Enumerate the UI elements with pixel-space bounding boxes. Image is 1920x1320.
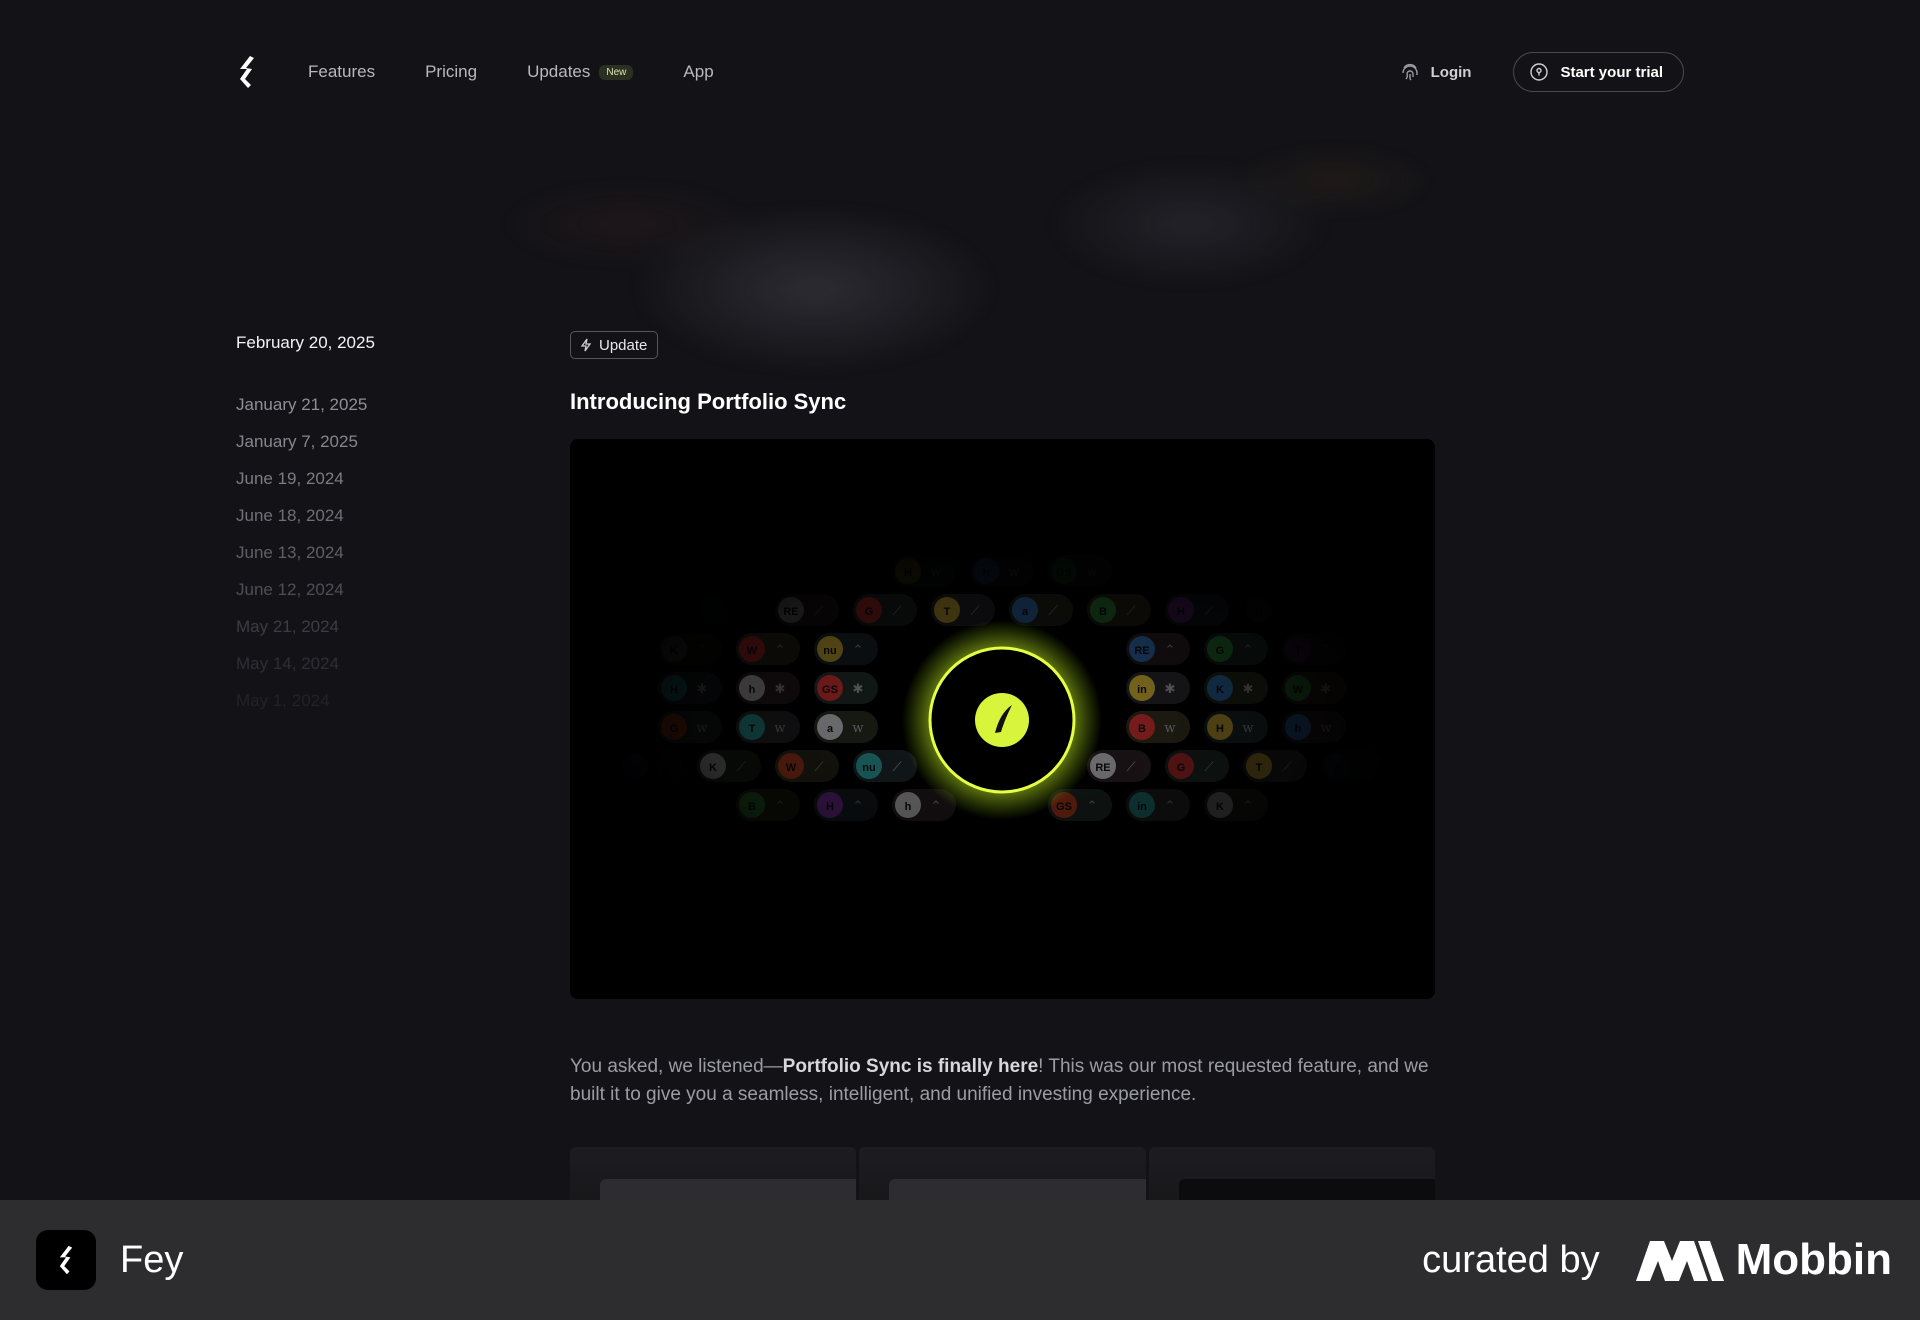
start-trial-button[interactable]: Start your trial (1513, 52, 1684, 92)
body-text: You asked, we listened— (570, 1056, 783, 1077)
nav-actions: Login Start your trial (1401, 52, 1684, 92)
fingerprint-icon (1401, 63, 1418, 81)
mobbin-logo-icon (1635, 1241, 1724, 1281)
fey-logo-icon (59, 1245, 73, 1275)
post-title: Introducing Portfolio Sync (570, 389, 847, 414)
attribution-bar: Fey curated by Mobbin (0, 1200, 1920, 1320)
nav-link-updates[interactable]: Updates New (527, 62, 634, 82)
nav-link-label: Updates (527, 62, 591, 81)
date-item[interactable]: June 12, 2024 (236, 580, 375, 600)
body-bold-text: Portfolio Sync is finally here (782, 1056, 1039, 1077)
gallery-pane[interactable] (1148, 1147, 1435, 1207)
lightning-icon (580, 338, 592, 352)
nav-link-features[interactable]: Features (308, 62, 375, 82)
gallery-pane[interactable] (859, 1147, 1146, 1207)
portfolio-sync-illustration: awBwHwhwGSwinwKwW⟋nu⟋RE⟋G⟋T⟋a⟋B⟋H⟋h⟋GS⟋i… (572, 509, 1432, 929)
date-item[interactable]: May 21, 2024 (236, 617, 375, 637)
login-button[interactable]: Login (1401, 62, 1472, 82)
top-nav: Features Pricing Updates New App Login St… (236, 52, 1684, 92)
changelog-date-list: February 20, 2025 January 21, 2025 Janua… (236, 333, 375, 728)
nav-links: Features Pricing Updates New App (308, 62, 764, 82)
nav-link-app[interactable]: App (683, 62, 713, 82)
date-item[interactable]: January 7, 2025 (236, 432, 375, 452)
date-item[interactable]: June 19, 2024 (236, 469, 375, 489)
app-icon (36, 1230, 96, 1290)
date-item[interactable]: May 14, 2024 (236, 654, 375, 674)
nav-link-label: Features (308, 62, 376, 81)
nav-link-label: App (683, 62, 714, 81)
update-tag: Update (570, 331, 659, 359)
active-date[interactable]: February 20, 2025 (236, 333, 375, 353)
hero-image: awBwHwhwGSwinwKwW⟋nu⟋RE⟋G⟋T⟋a⟋B⟋H⟋h⟋GS⟋i… (570, 439, 1435, 999)
app-name: Fey (120, 1238, 184, 1281)
post-content: Update Introducing Portfolio Sync awBwHw… (570, 331, 1435, 1207)
mobbin-label: Mobbin (1735, 1235, 1892, 1284)
curated-by-label: curated by (1422, 1238, 1600, 1281)
start-trial-label: Start your trial (1560, 63, 1663, 81)
keyhole-icon (1530, 63, 1549, 81)
date-item[interactable]: June 18, 2024 (236, 506, 375, 526)
date-item[interactable]: May 1, 2024 (236, 691, 375, 711)
login-label: Login (1430, 63, 1472, 81)
screenshot-gallery (570, 1147, 1435, 1207)
nav-link-pricing[interactable]: Pricing (425, 62, 477, 82)
fey-logo-icon[interactable] (236, 55, 258, 89)
update-tag-label: Update (599, 336, 648, 354)
post-body: You asked, we listened—Portfolio Sync is… (570, 1053, 1435, 1109)
new-badge: New (599, 64, 634, 80)
nav-link-label: Pricing (425, 62, 478, 81)
mobbin-brand: Mobbin (1635, 1235, 1892, 1285)
gallery-pane[interactable] (570, 1147, 857, 1207)
curated-by: curated by Mobbin (1422, 1235, 1892, 1285)
date-item[interactable]: June 13, 2024 (236, 543, 375, 563)
date-item[interactable]: January 21, 2025 (236, 395, 375, 415)
